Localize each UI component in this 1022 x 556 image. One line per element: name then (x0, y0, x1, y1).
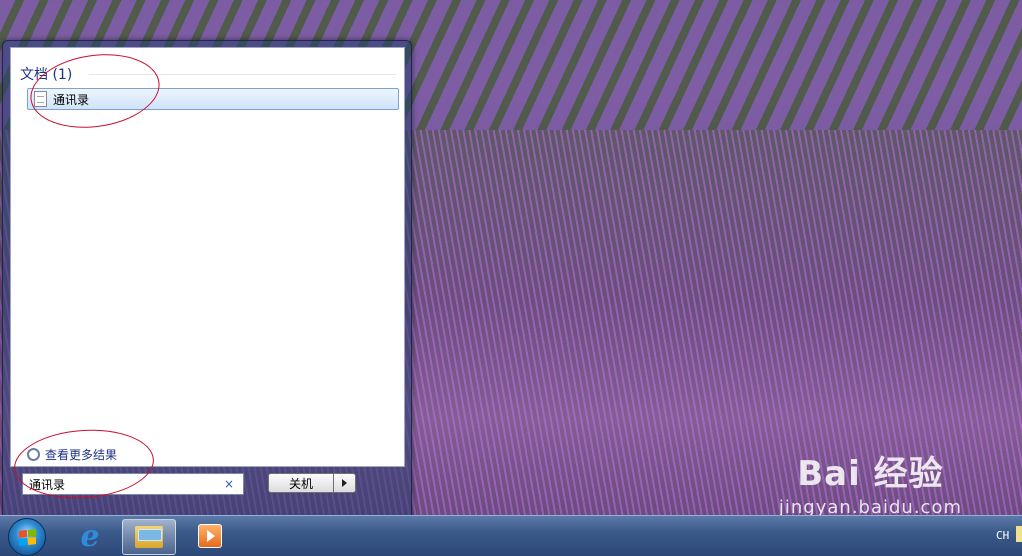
results-category-heading[interactable]: 文档 (1) (20, 64, 72, 84)
watermark-url: jingyan.baidu.com (778, 497, 962, 515)
start-menu-bottom-bar: × 关机 (10, 465, 403, 510)
search-icon (27, 448, 40, 461)
chevron-right-icon (342, 479, 347, 487)
document-icon (34, 91, 47, 107)
language-indicator[interactable]: CH (996, 529, 1009, 542)
watermark: Bai 经验 jingyan.baidu.com (779, 446, 962, 515)
watermark-brand: Bai 经验 (797, 454, 944, 494)
result-item-label: 通讯录 (53, 92, 90, 107)
tray-icon[interactable] (1016, 526, 1022, 542)
internet-explorer-icon: e (80, 518, 100, 554)
shutdown-options-button[interactable] (334, 473, 356, 493)
taskbar: e CH (0, 515, 1022, 556)
result-item-contacts[interactable]: 通讯录 (27, 88, 399, 110)
search-results-pane: 文档 (1) 通讯录 查看更多结果 (10, 47, 405, 467)
see-more-results-link[interactable]: 查看更多结果 (27, 446, 117, 463)
heading-divider (89, 74, 396, 75)
taskbar-internet-explorer[interactable]: e (64, 518, 116, 554)
start-menu: 文档 (1) 通讯录 查看更多结果 × 关机 (2, 40, 412, 517)
shutdown-button[interactable]: 关机 (268, 473, 334, 493)
media-player-icon (198, 524, 222, 548)
folder-icon (135, 526, 163, 548)
search-box[interactable]: × (22, 473, 244, 495)
see-more-results-label: 查看更多结果 (45, 448, 118, 462)
windows-logo-icon (18, 528, 36, 546)
start-button[interactable] (8, 518, 46, 556)
search-input[interactable] (27, 476, 221, 492)
taskbar-windows-explorer[interactable] (122, 519, 176, 555)
taskbar-media-player[interactable] (184, 519, 236, 553)
shutdown-group: 关机 (268, 473, 356, 493)
clear-search-icon[interactable]: × (221, 477, 237, 491)
